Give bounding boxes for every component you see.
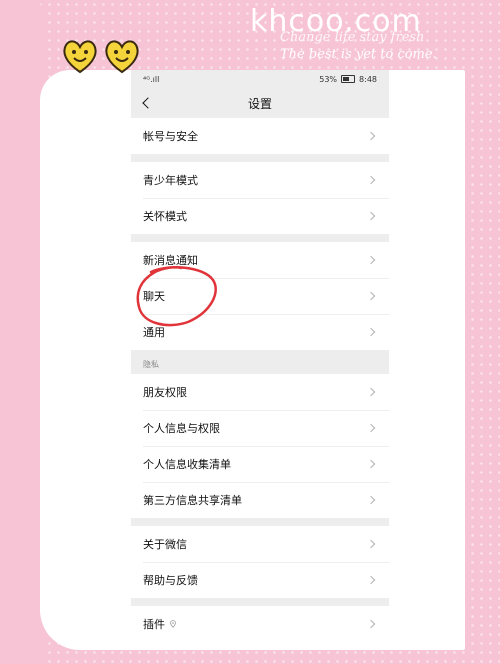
settings-item-help-feedback[interactable]: 帮助与反馈 xyxy=(131,562,389,598)
location-pin-icon xyxy=(170,620,176,628)
chevron-right-icon xyxy=(367,387,377,397)
back-arrow-icon[interactable] xyxy=(141,96,155,110)
settings-group-about: 关于微信 帮助与反馈 xyxy=(131,526,389,598)
settings-item-label: 朋友权限 xyxy=(143,386,187,399)
phone-screen: ⁴ᴳ.ıll 53% 8:48 设置 帐号与安全 青少年模式 关怀模式 新消息通… xyxy=(131,70,389,630)
heart-smiley-icon xyxy=(63,40,97,74)
status-bar: ⁴ᴳ.ıll 53% 8:48 xyxy=(131,70,389,88)
settings-item-label: 帐号与安全 xyxy=(143,130,198,143)
settings-item-account-security[interactable]: 帐号与安全 xyxy=(131,118,389,154)
settings-item-label: 帮助与反馈 xyxy=(143,574,198,587)
chevron-right-icon xyxy=(367,255,377,265)
chevron-right-icon xyxy=(367,291,377,301)
settings-item-general[interactable]: 通用 xyxy=(131,314,389,350)
chevron-right-icon xyxy=(367,575,377,585)
page-title: 设置 xyxy=(247,96,272,111)
signal-indicator: ⁴ᴳ.ıll xyxy=(143,74,160,84)
settings-item-label: 个人信息与权限 xyxy=(143,422,220,435)
settings-item-chat[interactable]: 聊天 xyxy=(131,278,389,314)
nav-bar: 设置 xyxy=(131,88,389,118)
settings-item-personal-info-permissions[interactable]: 个人信息与权限 xyxy=(131,410,389,446)
settings-item-teen-mode[interactable]: 青少年模式 xyxy=(131,162,389,198)
chevron-right-icon xyxy=(367,495,377,505)
settings-group-modes: 青少年模式 关怀模式 xyxy=(131,162,389,234)
settings-item-label: 关于微信 xyxy=(143,538,187,551)
settings-item-about-wechat[interactable]: 关于微信 xyxy=(131,526,389,562)
battery-percent: 53% xyxy=(319,74,338,84)
settings-item-label: 通用 xyxy=(143,326,165,339)
settings-item-label: 青少年模式 xyxy=(143,174,198,187)
settings-item-info-collection-list[interactable]: 个人信息收集清单 xyxy=(131,446,389,482)
settings-item-label: 新消息通知 xyxy=(143,254,198,267)
settings-item-notifications[interactable]: 新消息通知 xyxy=(131,242,389,278)
settings-item-third-party-sharing-list[interactable]: 第三方信息共享清单 xyxy=(131,482,389,518)
settings-item-plugins[interactable]: 插件 xyxy=(131,606,389,630)
chevron-right-icon xyxy=(367,539,377,549)
settings-item-label: 第三方信息共享清单 xyxy=(143,494,242,507)
settings-item-label: 插件 xyxy=(143,618,165,630)
chevron-right-icon xyxy=(367,175,377,185)
settings-group-account: 帐号与安全 xyxy=(131,118,389,154)
settings-item-label: 聊天 xyxy=(143,290,165,303)
settings-item-friend-permissions[interactable]: 朋友权限 xyxy=(131,374,389,410)
chevron-right-icon xyxy=(367,423,377,433)
settings-group-privacy: 朋友权限 个人信息与权限 个人信息收集清单 第三方信息共享清单 xyxy=(131,374,389,518)
settings-group-plugins: 插件 xyxy=(131,606,389,630)
watermark-tagline-1: Change life stay fresh xyxy=(280,30,425,45)
settings-item-label-wrap: 插件 xyxy=(143,616,177,630)
chevron-right-icon xyxy=(367,459,377,469)
settings-item-label: 关怀模式 xyxy=(143,210,187,223)
chevron-right-icon xyxy=(367,327,377,337)
chevron-right-icon xyxy=(367,131,377,141)
settings-group-messages: 新消息通知 聊天 通用 xyxy=(131,242,389,350)
battery-icon xyxy=(341,75,356,83)
section-label-privacy: 隐私 xyxy=(143,360,159,369)
settings-item-care-mode[interactable]: 关怀模式 xyxy=(131,198,389,234)
chevron-right-icon xyxy=(367,619,377,629)
clock: 8:48 xyxy=(359,74,377,84)
chevron-right-icon xyxy=(367,211,377,221)
settings-item-label: 个人信息收集清单 xyxy=(143,458,231,471)
watermark-tagline-2: The best is yet to come. xyxy=(280,47,437,62)
